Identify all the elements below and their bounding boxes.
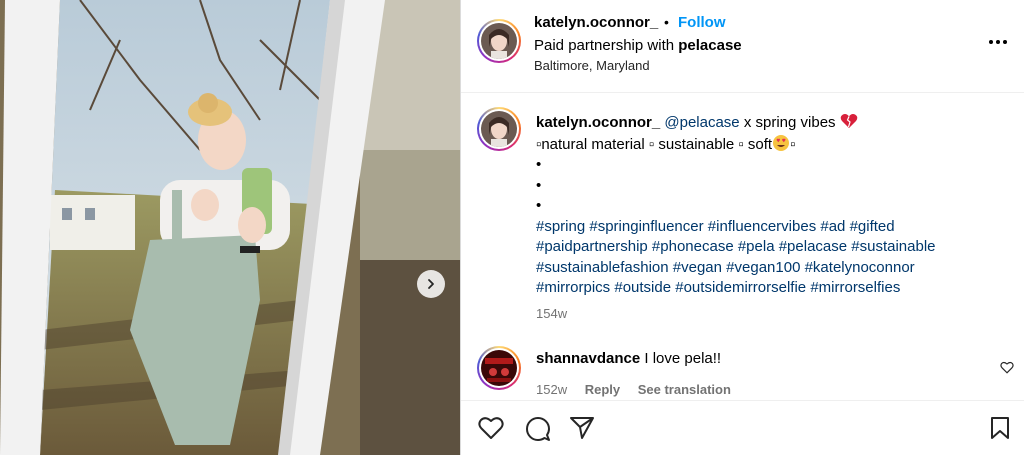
caption-bullet: • <box>536 197 542 214</box>
comment-text: shannavdance I love pela!! <box>536 350 721 367</box>
avatar-image <box>481 350 517 386</box>
bookmark-icon <box>991 417 1009 439</box>
action-bar <box>461 400 1024 455</box>
hashtag-link[interactable]: #influencervibes <box>708 218 816 235</box>
more-options-button[interactable] <box>988 28 1008 51</box>
hashtag-link[interactable]: #vegan100 <box>726 259 800 276</box>
hashtag-link[interactable]: #outside <box>614 279 671 296</box>
see-translation-button[interactable]: See translation <box>638 382 731 397</box>
hashtag-link[interactable]: #sustainable <box>851 238 935 255</box>
comment-button[interactable] <box>525 416 551 447</box>
reply-button[interactable]: Reply <box>585 382 620 397</box>
like-button[interactable] <box>478 416 504 445</box>
comment-body: I love pela!! <box>640 350 722 367</box>
hashtags-line-2: #paidpartnership #phonecase #pela #pelac… <box>536 237 1006 258</box>
hashtag-link[interactable]: #paidpartnership <box>536 238 648 255</box>
avatar-image <box>481 23 517 59</box>
heart-icon <box>1000 361 1014 374</box>
follow-button[interactable]: Follow <box>678 14 726 31</box>
partner-link[interactable]: pelacase <box>678 37 741 54</box>
location-link[interactable]: Baltimore, Maryland <box>534 58 650 73</box>
caption-author-avatar[interactable] <box>477 107 521 151</box>
caption-line-2: ▫natural material ▫ sustainable ▫ soft ▫ <box>536 134 1006 156</box>
hashtag-link[interactable]: #katelynoconnor <box>805 259 915 276</box>
broken-heart-emoji-icon <box>840 114 857 128</box>
post-photo[interactable] <box>0 0 460 455</box>
caption-line-2-text: ▫natural material ▫ sustainable ▫ soft <box>536 135 773 153</box>
chevron-right-icon <box>428 279 434 289</box>
share-icon <box>570 417 594 439</box>
caption-line-1: katelyn.oconnor_ @pelacase x spring vibe… <box>536 113 1006 134</box>
share-button[interactable] <box>569 416 595 445</box>
hashtags-line-3: #sustainablefashion #vegan #vegan100 #ka… <box>536 258 1006 279</box>
commenter-avatar[interactable] <box>477 346 521 390</box>
hashtags-line-4: #mirrorpics #outside #outsidemirrorselfi… <box>536 278 1006 299</box>
caption-timestamp[interactable]: 154w <box>536 306 567 321</box>
caption-author-username[interactable]: katelyn.oconnor_ <box>536 114 660 131</box>
hashtag-link[interactable]: #sustainablefashion <box>536 259 669 276</box>
caption-bullet: • <box>536 176 542 194</box>
caption-bullet: • <box>536 156 542 173</box>
hashtag-link[interactable]: #mirrorpics <box>536 279 610 296</box>
hashtag-link[interactable]: #gifted <box>850 218 895 235</box>
mirror-selfie-image <box>0 0 460 455</box>
save-button[interactable] <box>989 416 1011 445</box>
post-author-username[interactable]: katelyn.oconnor_ <box>534 14 658 31</box>
comment-like-button[interactable] <box>1000 361 1014 379</box>
hashtag-link[interactable]: #pela <box>738 238 775 255</box>
hashtag-link[interactable]: #outsidemirrorselfie <box>675 279 806 296</box>
comment-meta: 152w Reply See translation <box>536 382 745 397</box>
hashtags-line-1: #spring #springinfluencer #influencervib… <box>536 217 1006 238</box>
avatar-image <box>481 111 517 147</box>
caption-line-1-text: x spring vibes <box>739 114 840 131</box>
caption-text: katelyn.oconnor_ @pelacase x spring vibe… <box>536 113 1006 299</box>
caption-line-2-end: ▫ <box>790 135 796 153</box>
paid-partnership-label: Paid partnership with pelacase <box>534 37 742 54</box>
separator-dot: • <box>664 14 669 30</box>
post-header: katelyn.oconnor_ • Follow Paid partnersh… <box>461 0 1024 93</box>
commenter-username[interactable]: shannavdance <box>536 350 640 367</box>
hashtag-link[interactable]: #spring <box>536 218 585 235</box>
hashtag-link[interactable]: #ad <box>820 218 845 235</box>
hashtag-link[interactable]: #pelacase <box>779 238 847 255</box>
comment-icon <box>526 417 550 441</box>
heart-eyes-emoji-icon <box>773 134 790 151</box>
post-panel: katelyn.oconnor_ • Follow Paid partnersh… <box>460 0 1024 455</box>
hashtag-link[interactable]: #phonecase <box>652 238 734 255</box>
paid-partnership-prefix: Paid partnership with <box>534 37 679 54</box>
next-photo-button[interactable] <box>417 270 445 298</box>
hashtag-link[interactable]: #springinfluencer <box>589 218 703 235</box>
author-avatar[interactable] <box>477 19 521 63</box>
hashtag-link[interactable]: #mirrorselfies <box>810 279 900 296</box>
mention-link[interactable]: @pelacase <box>664 114 739 131</box>
heart-icon <box>478 417 504 439</box>
more-dots-icon <box>989 40 1007 44</box>
comment-timestamp[interactable]: 152w <box>536 382 567 397</box>
hashtag-link[interactable]: #vegan <box>673 259 722 276</box>
